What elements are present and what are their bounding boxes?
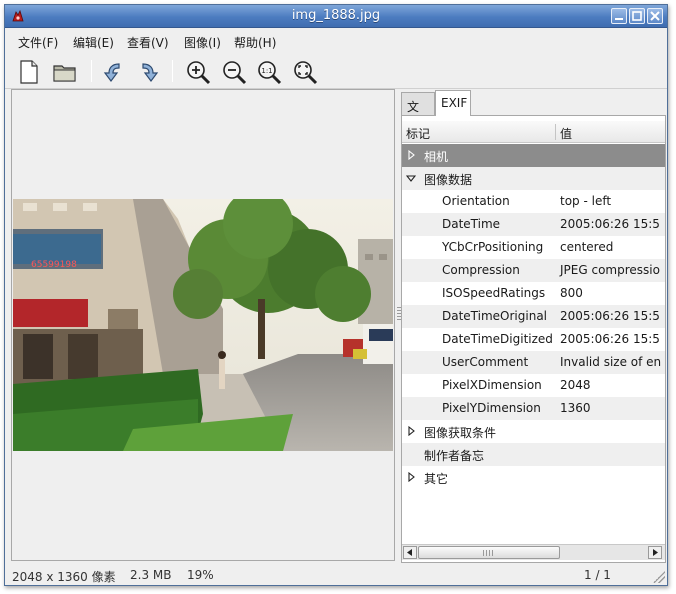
zoom-fit-icon[interactable]: [292, 59, 318, 85]
scrollbar-thumb[interactable]: [418, 546, 560, 559]
status-page: 1 / 1: [584, 568, 611, 582]
exif-tag-row[interactable]: YCbCrPositioning centered: [402, 236, 665, 259]
maximize-button[interactable]: [629, 8, 645, 24]
exif-tag-label: PixelYDimension: [442, 401, 541, 415]
svg-text:1:1: 1:1: [261, 67, 272, 75]
close-icon: [650, 11, 660, 21]
expander-collapsed-icon[interactable]: [406, 472, 416, 482]
exif-group-row[interactable]: 其它: [402, 466, 665, 489]
exif-panel: 标记 值 相机图像数据 Orientation top - left DateTime…: [401, 115, 666, 563]
exif-group-row[interactable]: 图像数据: [402, 167, 665, 190]
exif-tag-row[interactable]: DateTime 2005:06:26 15:5: [402, 213, 665, 236]
exif-value: top - left: [560, 194, 612, 208]
street-photo: 65599198: [13, 199, 393, 451]
exif-group-row[interactable]: 图像获取条件: [402, 420, 665, 443]
new-document-icon[interactable]: [16, 59, 42, 85]
exif-value: 2005:06:26 15:5: [560, 309, 660, 323]
exif-value: centered: [560, 240, 614, 254]
arrow-left-icon: [407, 549, 412, 556]
image-view[interactable]: 65599198: [11, 89, 395, 561]
zoom-in-icon[interactable]: [185, 59, 211, 85]
exif-tag-label: 其它: [424, 472, 449, 486]
scroll-left-button[interactable]: [403, 546, 417, 559]
exif-tag-label: Compression: [442, 263, 520, 277]
exif-tag-label: PixelXDimension: [442, 378, 542, 392]
svg-text:65599198: 65599198: [31, 260, 77, 270]
scroll-right-button[interactable]: [648, 546, 662, 559]
expander-collapsed-icon[interactable]: [406, 150, 416, 160]
status-file-size: 2.3 MB: [130, 568, 172, 582]
exif-tag-label: DateTimeDigitized: [442, 332, 553, 346]
thumb-grip: [483, 550, 493, 556]
exif-tag-row[interactable]: ISOSpeedRatings 800: [402, 282, 665, 305]
exif-value: 2005:06:26 15:5: [560, 332, 660, 346]
exif-tag-label: ISOSpeedRatings: [442, 286, 546, 300]
open-folder-icon[interactable]: [52, 59, 78, 85]
exif-tag-row[interactable]: DateTimeDigitized 2005:06:26 15:5: [402, 328, 665, 351]
zoom-original-icon[interactable]: 1:1: [256, 59, 282, 85]
minimize-icon: [615, 18, 623, 20]
exif-tag-label: DateTime: [442, 217, 501, 231]
maximize-icon: [632, 11, 642, 21]
minimize-button[interactable]: [611, 8, 627, 24]
rotate-right-icon[interactable]: [135, 59, 161, 85]
exif-value: 1360: [560, 401, 591, 415]
exif-tag-label: 图像获取条件: [424, 426, 497, 440]
exif-tag-label: 相机: [424, 150, 449, 164]
exif-tag-row[interactable]: Orientation top - left: [402, 190, 665, 213]
tab-file[interactable]: 文件: [401, 92, 435, 131]
exif-value: 800: [560, 286, 583, 300]
exif-value: 2005:06:26 15:5: [560, 217, 660, 231]
exif-tag-label: 制作者备忘: [424, 449, 485, 463]
exif-table-header: 标记 值: [402, 121, 665, 143]
exif-tag-row[interactable]: PixelXDimension 2048: [402, 374, 665, 397]
menu-bar: 文件(F) 编辑(E) 查看(V) 图像(I) 帮助(H): [5, 29, 667, 53]
column-divider[interactable]: [555, 124, 556, 140]
exif-tag-label: DateTimeOriginal: [442, 309, 548, 323]
zoom-out-icon[interactable]: [221, 59, 247, 85]
exif-value: 2048: [560, 378, 591, 392]
exif-tag-row[interactable]: UserComment Invalid size of en: [402, 351, 665, 374]
window-title: img_1888.jpg: [291, 8, 381, 23]
menu-image[interactable]: 图像(I): [184, 34, 221, 51]
exif-tag-row[interactable]: Compression JPEG compressio: [402, 259, 665, 282]
tab-exif[interactable]: EXIF: [435, 90, 471, 116]
menu-file[interactable]: 文件(F): [18, 34, 58, 51]
close-button[interactable]: [647, 8, 663, 24]
exif-value: Invalid size of en: [560, 355, 662, 369]
rotate-left-icon[interactable]: [101, 59, 127, 85]
exif-tag-label: YCbCrPositioning: [442, 240, 544, 254]
exif-tag-row[interactable]: PixelYDimension 1360: [402, 397, 665, 420]
resize-grip[interactable]: [653, 571, 665, 583]
expander-expanded-icon[interactable]: [406, 173, 416, 183]
expander-collapsed-icon[interactable]: [406, 426, 416, 436]
exif-group-row[interactable]: 制作者备忘: [402, 443, 665, 466]
status-bar: 2048 x 1360 像素 2.3 MB 19% 1 / 1: [5, 563, 667, 585]
image-viewer-window: img_1888.jpg 文件(F) 编辑(E) 查看(V) 图像(I) 帮助(…: [4, 4, 668, 586]
exif-group-row[interactable]: 相机: [402, 144, 665, 167]
exif-tag-label: UserComment: [442, 355, 529, 369]
status-dimensions: 2048 x 1360 像素: [12, 570, 116, 584]
horizontal-scrollbar[interactable]: [402, 544, 665, 560]
exif-tag-row[interactable]: DateTimeOriginal 2005:06:26 15:5: [402, 305, 665, 328]
exif-tag-label: 图像数据: [424, 173, 473, 187]
title-bar[interactable]: img_1888.jpg: [5, 5, 667, 28]
arrow-right-icon: [653, 549, 658, 556]
menu-edit[interactable]: 编辑(E): [73, 34, 114, 51]
column-header-tag[interactable]: 标记: [406, 125, 430, 142]
toolbar: 1:1: [5, 53, 667, 89]
tab-exif-label: EXIF: [441, 96, 468, 110]
menu-view[interactable]: 查看(V): [127, 34, 169, 51]
exif-value: JPEG compressio: [560, 263, 660, 277]
column-header-value[interactable]: 值: [560, 125, 572, 142]
toolbar-separator: [91, 60, 92, 82]
toolbar-separator: [172, 60, 173, 82]
status-zoom: 19%: [187, 568, 214, 582]
exif-tag-label: Orientation: [442, 194, 510, 208]
menu-help[interactable]: 帮助(H): [234, 34, 276, 51]
